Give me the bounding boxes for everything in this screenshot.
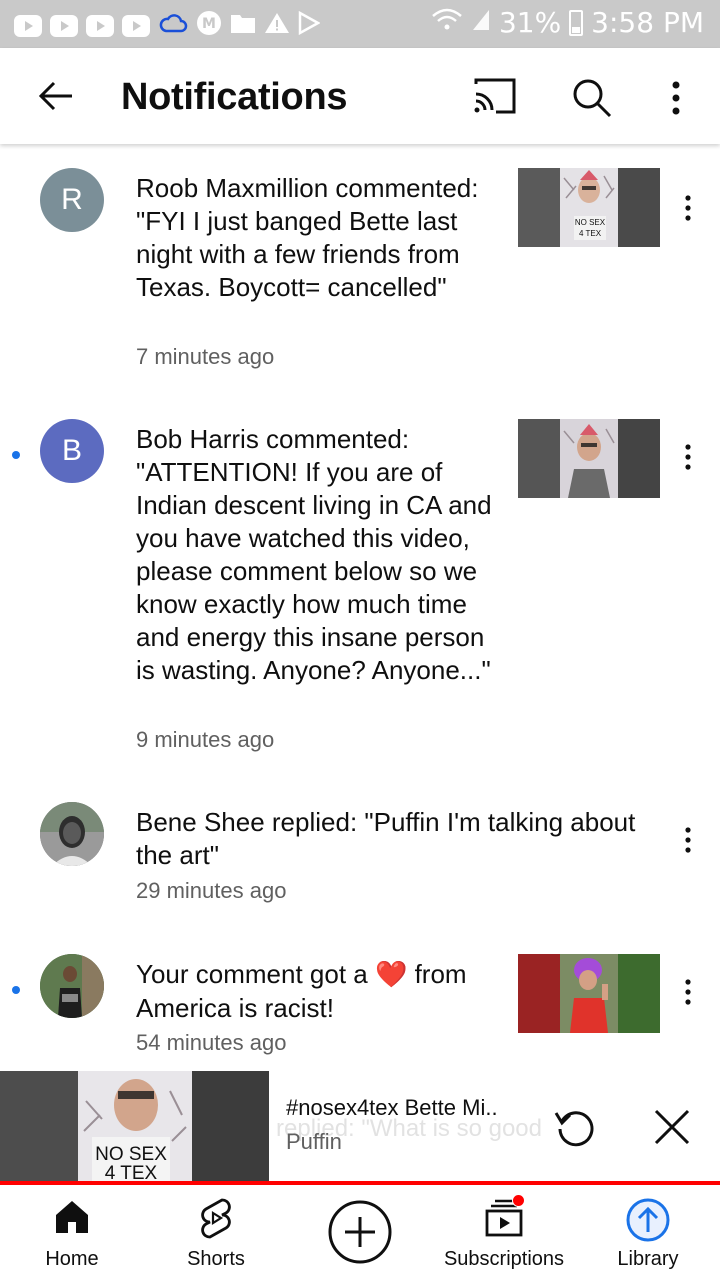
notification-menu-button[interactable] (676, 192, 700, 224)
notification-menu-button[interactable] (676, 441, 700, 473)
bottom-navigation: Home Shorts Subscriptions Library (0, 1185, 720, 1280)
battery-percent: 31% (498, 6, 562, 39)
mini-player[interactable]: NO SEX 4 TEX replied: "What is so good #… (0, 1071, 720, 1181)
more-options-button[interactable] (656, 72, 696, 124)
notification-time: 9 minutes ago (136, 727, 275, 752)
shorts-icon (201, 1198, 231, 1239)
clock: 3:58 PM (591, 6, 704, 39)
page-title: Notifications (121, 76, 348, 118)
avatar[interactable] (40, 954, 104, 1018)
nav-subscriptions[interactable]: Subscriptions (432, 1185, 576, 1280)
unread-indicator (12, 451, 20, 459)
status-bar-notification-icons: M (14, 10, 321, 41)
unread-indicator (12, 986, 20, 994)
more-vert-icon (685, 827, 691, 853)
back-button[interactable] (32, 70, 84, 122)
mini-player-channel: Puffin (286, 1129, 342, 1154)
notification-text-start: Your comment got a (136, 959, 368, 989)
avatar[interactable] (40, 802, 104, 866)
notification-text: Bene Shee replied: "Puffin I'm talking a… (136, 807, 636, 870)
more-vert-icon (685, 195, 691, 221)
mini-player-title[interactable]: #nosex4tex Bette Mi.. (286, 1095, 498, 1121)
notification-badge (512, 1194, 525, 1207)
more-vert-icon (685, 979, 691, 1005)
svg-text:NO SEX: NO SEX (575, 218, 606, 227)
avatar[interactable]: B (40, 419, 104, 483)
mini-player-thumbnail[interactable]: NO SEX 4 TEX (0, 1071, 269, 1181)
notification-time: 7 minutes ago (136, 344, 275, 369)
cast-button[interactable] (470, 76, 522, 118)
app-bar: Notifications (0, 48, 720, 144)
nav-library[interactable]: Library (576, 1185, 720, 1280)
nav-subscriptions-label: Subscriptions (443, 1248, 565, 1270)
status-bar-system: 31% 3:58 PM (431, 6, 704, 39)
close-mini-player-button[interactable] (650, 1105, 694, 1149)
notification-menu-button[interactable] (676, 976, 700, 1008)
cloud-icon (158, 12, 188, 39)
wifi-icon (431, 6, 463, 39)
back-arrow-icon (38, 81, 72, 111)
youtube-icon (122, 14, 150, 37)
replay-button[interactable] (552, 1103, 600, 1151)
library-account-icon (626, 1198, 670, 1242)
notification-text: Roob Maxmillion commented: "FYI I just b… (136, 173, 479, 302)
svg-text:4 TEX: 4 TEX (105, 1163, 158, 1181)
nav-home-label: Home (45, 1248, 99, 1270)
nav-shorts[interactable]: Shorts (144, 1185, 288, 1280)
youtube-icon (50, 14, 78, 37)
notification-text: Your comment got a ❤️ from America is ra… (136, 958, 506, 1025)
nav-library-label: Library (617, 1248, 679, 1270)
signal-icon (471, 6, 491, 39)
svg-text:NO SEX: NO SEX (95, 1144, 167, 1165)
notification-time: 54 minutes ago (136, 1030, 287, 1055)
search-icon (573, 79, 612, 118)
battery-icon (569, 9, 584, 36)
svg-text:M: M (202, 16, 216, 32)
play-store-icon (298, 10, 321, 40)
warning-icon (264, 12, 290, 39)
video-thumbnail[interactable] (518, 419, 660, 498)
more-vert-icon (685, 444, 691, 470)
youtube-icon (86, 14, 114, 37)
notification-menu-button[interactable] (676, 824, 700, 856)
notification-time: 29 minutes ago (136, 878, 287, 903)
video-thumbnail[interactable] (518, 954, 660, 1033)
add-circle-icon (328, 1200, 392, 1264)
m-app-icon: M (196, 10, 222, 41)
nav-shorts-label: Shorts (187, 1248, 245, 1270)
search-button[interactable] (566, 72, 618, 124)
avatar[interactable]: R (40, 168, 104, 232)
svg-text:4 TEX: 4 TEX (579, 229, 602, 238)
folder-icon (230, 12, 256, 39)
nav-home[interactable]: Home (0, 1185, 144, 1280)
close-icon (654, 1109, 690, 1145)
cast-icon (474, 78, 516, 114)
replay-icon (554, 1111, 594, 1147)
more-vert-icon (672, 81, 680, 115)
heart-icon: ❤️ (374, 960, 408, 990)
create-button[interactable] (288, 1185, 432, 1280)
status-bar: M 31% 3:58 PM (0, 0, 720, 48)
notification-text: Bob Harris commented: "ATTENTION! If you… (136, 424, 492, 685)
home-icon (56, 1201, 88, 1233)
youtube-icon (14, 14, 42, 37)
video-thumbnail[interactable]: NO SEX 4 TEX (518, 168, 660, 247)
